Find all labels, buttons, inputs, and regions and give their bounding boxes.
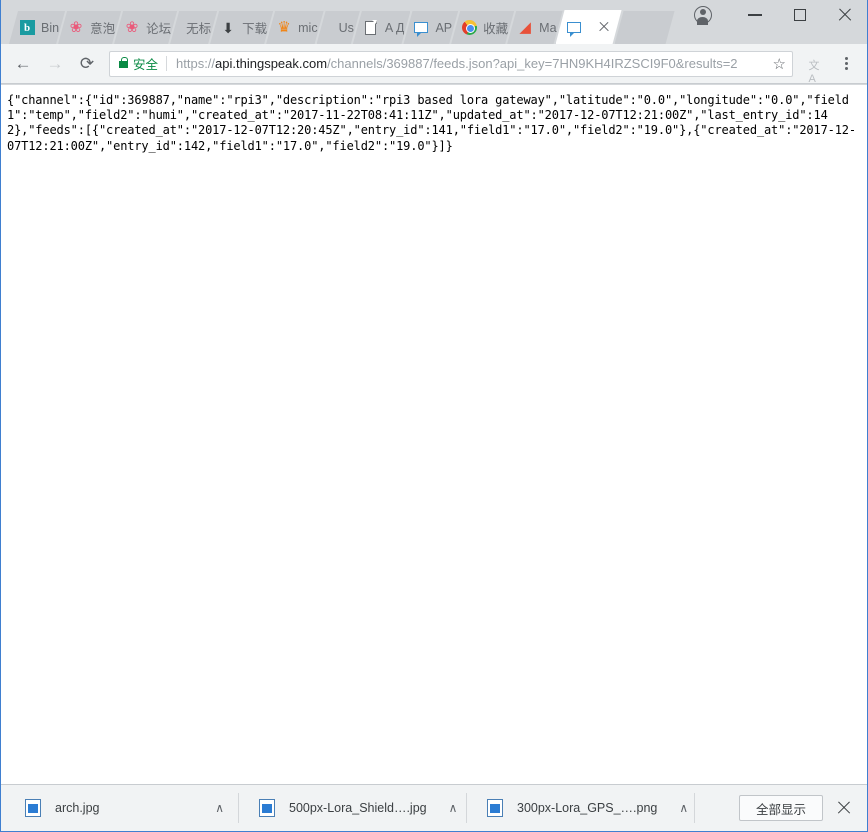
tab-new-placeholder[interactable] <box>615 11 675 44</box>
back-button[interactable]: ← <box>9 50 37 78</box>
url-text: https://api.thingspeak.com/channels/3698… <box>176 56 767 71</box>
tab-label: Us <box>338 20 354 35</box>
download-filename: arch.jpg <box>55 801 100 815</box>
lock-icon <box>119 56 129 68</box>
bubble-icon-shape <box>414 22 428 33</box>
flower-icon-glyph: ❀ <box>125 19 139 36</box>
tab-mic[interactable]: ♛ mic <box>266 11 323 44</box>
tab-luntan[interactable]: ❀ 论坛 <box>114 11 177 44</box>
tab-shoucang[interactable]: 收藏 <box>451 11 514 44</box>
bing-icon-glyph: b <box>20 20 35 35</box>
json-response-body: {"channel":{"id":369887,"name":"rpi3","d… <box>7 93 856 153</box>
image-file-icon <box>259 799 275 817</box>
minimize-button[interactable] <box>732 0 777 30</box>
download-shelf: arch.jpg ∧ 500px-Lora_Shield….jpg ∧ 300p… <box>1 784 867 831</box>
url-path: /channels/369887/feeds.json?api_key=7HN9… <box>327 56 738 71</box>
bubble-icon-shape <box>567 22 581 33</box>
close-window-button[interactable] <box>822 0 867 30</box>
avatar[interactable] <box>694 6 712 25</box>
page-icon <box>363 20 379 36</box>
chrome-icon <box>461 20 477 36</box>
maximize-button[interactable] <box>777 0 822 30</box>
matlab-icon-glyph: ◢ <box>519 19 531 36</box>
image-file-icon <box>25 799 41 817</box>
image-file-icon <box>487 799 503 817</box>
flower-icon-glyph: ❀ <box>69 19 83 36</box>
tab-yipao[interactable]: ❀ 意泡 <box>58 11 121 44</box>
chrome-icon-shape <box>462 20 477 35</box>
translate-icon: 文A <box>808 59 820 85</box>
flower-icon: ❀ <box>124 20 140 36</box>
tab-matlab[interactable]: ◢ Ma <box>507 11 562 44</box>
chrome-menu-button[interactable] <box>833 51 859 77</box>
window-controls <box>694 0 867 30</box>
tab-strip: b Bin ❀ 意泡 ❀ 论坛 无标 ⬇ 下载 ♛ mic Us A Д AP … <box>1 0 867 44</box>
show-all-downloads-button[interactable]: 全部显示 <box>738 795 823 821</box>
tab-active-thingspeak[interactable] <box>556 10 622 44</box>
tab-label: AP <box>435 20 453 35</box>
download-filename: 300px-Lora_GPS_….png <box>517 801 658 815</box>
tab-api[interactable]: AP <box>403 11 458 44</box>
download-icon: ⬇ <box>220 20 236 36</box>
download-item[interactable]: 300px-Lora_GPS_….png ∧ <box>469 793 695 823</box>
bing-icon: b <box>19 20 35 36</box>
close-icon <box>837 7 853 23</box>
tab-label: 意泡 <box>90 22 116 36</box>
bubble-icon <box>413 20 429 36</box>
url-scheme: https:// <box>176 56 216 71</box>
tab-wubiao[interactable]: 无标 <box>170 11 217 44</box>
close-icon[interactable] <box>596 19 612 35</box>
reload-button[interactable]: ⟳ <box>73 50 101 78</box>
kebab-menu-icon <box>844 56 848 71</box>
tab-label: 收藏 <box>483 22 509 36</box>
download-item[interactable]: arch.jpg ∧ <box>7 793 239 823</box>
tab-label: Bin <box>41 20 60 35</box>
tab-label: 无标 <box>186 22 212 36</box>
tab-label: Ma <box>539 20 557 35</box>
tab-label: 下载 <box>242 22 268 36</box>
address-bar[interactable]: 安全 https://api.thingspeak.com/channels/3… <box>109 50 793 77</box>
download-item[interactable]: 500px-Lora_Shield….jpg ∧ <box>241 793 467 823</box>
tab-label: 论坛 <box>146 22 172 36</box>
security-label: 安全 <box>133 58 159 72</box>
bubble-icon <box>566 19 582 35</box>
crab-icon-glyph: ♛ <box>277 19 291 36</box>
flower-icon: ❀ <box>68 20 84 36</box>
browser-toolbar: ← → ⟳ 安全 https://api.thingspeak.com/chan… <box>1 44 867 85</box>
page-icon-shape <box>365 21 376 35</box>
url-host: api.thingspeak.com <box>215 56 328 71</box>
download-filename: 500px-Lora_Shield….jpg <box>289 801 427 815</box>
crab-icon: ♛ <box>276 20 292 36</box>
page-content: {"channel":{"id":369887,"name":"rpi3","d… <box>1 85 867 784</box>
maximize-icon <box>793 9 806 21</box>
tab-xiazai[interactable]: ⬇ 下载 <box>210 11 273 44</box>
tab-bing[interactable]: b Bin <box>9 11 65 44</box>
tab-label: mic <box>298 20 318 35</box>
close-shelf-button[interactable] <box>833 797 855 819</box>
minimize-icon <box>747 14 762 16</box>
chevron-up-icon[interactable]: ∧ <box>449 801 458 815</box>
chevron-up-icon[interactable]: ∧ <box>215 801 224 815</box>
tab-ad[interactable]: A Д <box>353 11 411 44</box>
translate-button[interactable]: 文A <box>803 51 829 85</box>
tab-label: A Д <box>384 20 405 35</box>
omnibox-divider <box>166 56 168 71</box>
forward-button: → <box>46 53 64 73</box>
download-icon-glyph: ⬇ <box>222 19 234 36</box>
browser-window: b Bin ❀ 意泡 ❀ 论坛 无标 ⬇ 下载 ♛ mic Us A Д AP … <box>0 0 868 832</box>
matlab-icon: ◢ <box>517 20 533 36</box>
chevron-up-icon[interactable]: ∧ <box>679 801 688 815</box>
tab-us[interactable]: Us <box>317 11 360 44</box>
bookmark-star-icon[interactable]: ☆ <box>773 55 786 73</box>
